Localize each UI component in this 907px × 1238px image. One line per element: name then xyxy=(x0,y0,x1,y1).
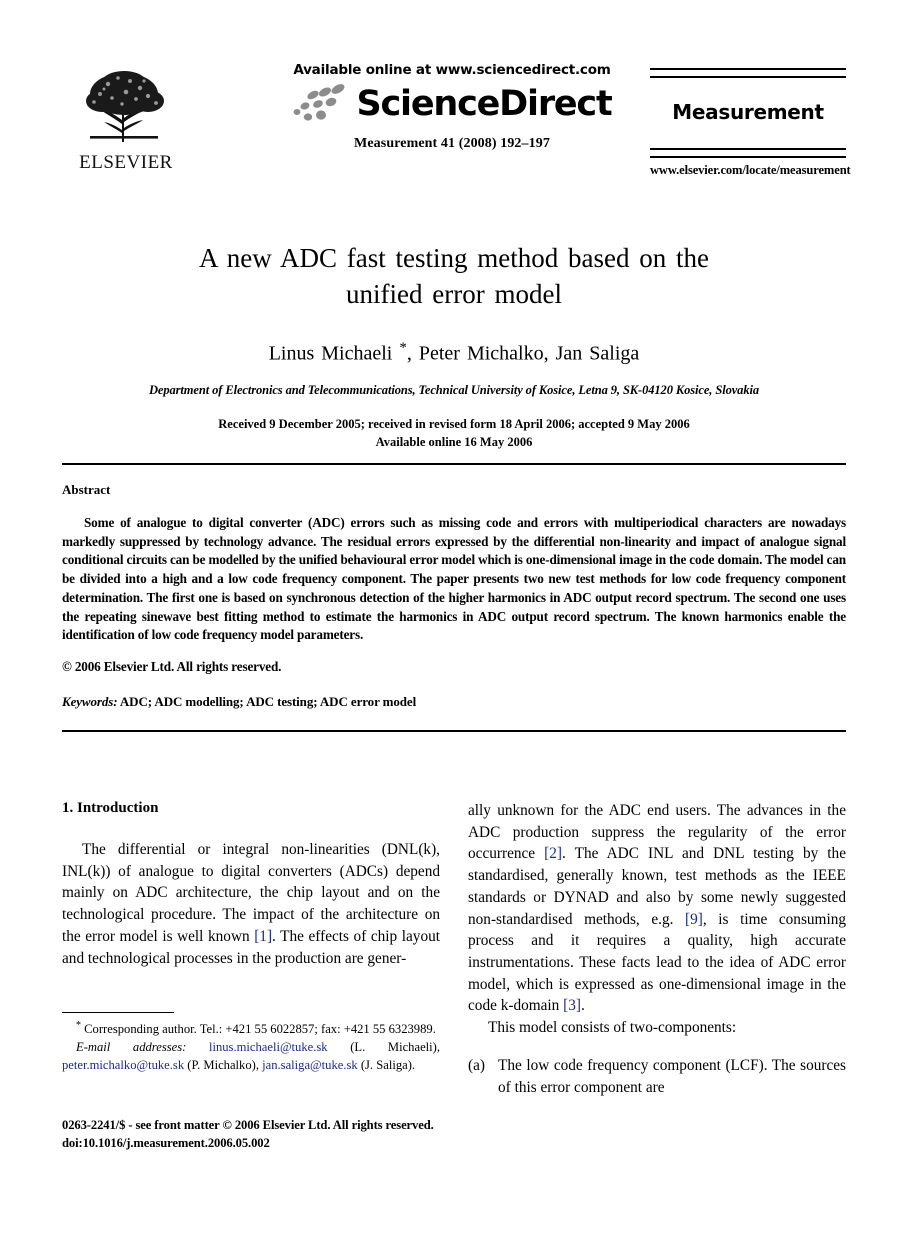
sciencedirect-dots-icon xyxy=(292,83,350,125)
received-dates: Received 9 December 2005; received in re… xyxy=(218,417,690,431)
column-right: ally unknown for the ADC end users. The … xyxy=(468,800,846,1098)
citation-link-1[interactable]: [1] xyxy=(254,928,272,945)
journal-homepage-url: www.elsevier.com/locate/measurement xyxy=(650,163,851,177)
email-addresses-label: E-mail addresses: xyxy=(76,1040,187,1055)
intro-paragraph-2: This model consists of two-components: xyxy=(488,1019,737,1037)
email-addresses-note: E-mail addresses: linus.michaeli@tuke.sk… xyxy=(62,1039,440,1075)
elsevier-logo: ELSEVIER xyxy=(66,68,186,174)
email-owner-1: (L. Michaeli), xyxy=(327,1040,440,1055)
corresponding-author-note: * Corresponding author. Tel.: +421 55 60… xyxy=(62,1019,440,1039)
abstract-rule-bottom xyxy=(62,730,846,732)
section-heading-introduction: 1. Introduction xyxy=(62,800,159,816)
footnote-divider xyxy=(62,1012,174,1013)
article-history: Received 9 December 2005; received in re… xyxy=(62,415,846,451)
author-first: Linus Michaeli xyxy=(268,343,400,365)
email-link-michalko[interactable]: peter.michalko@tuke.sk xyxy=(62,1058,184,1072)
author-list: Linus Michaeli *, Peter Michalko, Jan Sa… xyxy=(62,340,846,366)
footnote-block: * Corresponding author. Tel.: +421 55 60… xyxy=(62,1012,440,1075)
column-left: 1. Introduction The differential or inte… xyxy=(62,800,440,969)
paper-title-line-1: A new ADC fast testing method based on t… xyxy=(199,243,709,273)
colophon: 0263-2241/$ - see front matter © 2006 El… xyxy=(62,1117,562,1153)
elsevier-tree-icon xyxy=(78,68,174,150)
keywords-label: Keywords: xyxy=(62,694,118,710)
abstract-copyright: © 2006 Elsevier Ltd. All rights reserved… xyxy=(62,659,282,675)
journal-masthead: Measurement www.elsevier.com/locate/meas… xyxy=(650,68,851,178)
sciencedirect-block: Available online at www.sciencedirect.co… xyxy=(237,62,667,152)
paper-title-line-2: unified error model xyxy=(346,279,562,310)
journal-rule-bottom xyxy=(650,148,846,158)
citation-link-9[interactable]: [9] xyxy=(685,911,703,928)
email-link-saliga[interactable]: jan.saliga@tuke.sk xyxy=(262,1058,358,1072)
corresponding-author-contact: Corresponding author. Tel.: +421 55 6022… xyxy=(81,1022,436,1037)
available-online-text: Available online at www.sciencedirect.co… xyxy=(293,62,611,78)
sciencedirect-wordmark: ScienceDirect xyxy=(356,83,612,124)
keywords-value: ADC; ADC modelling; ADC testing; ADC err… xyxy=(119,694,417,710)
list-item-text-a: The low code frequency component (LCF). … xyxy=(498,1056,846,1096)
doi: doi:10.1016/j.measurement.2006.05.002 xyxy=(62,1135,270,1150)
list-item-marker-a: (a) xyxy=(468,1056,485,1074)
masthead: ELSEVIER Available online at www.science… xyxy=(62,62,851,192)
citation-link-3[interactable]: [3] xyxy=(563,997,581,1014)
abstract-rule-top xyxy=(62,463,846,465)
intro-paragraph-1: The differential or integral non-lineari… xyxy=(62,839,440,969)
list-item: (a) The low code frequency component (LCF… xyxy=(468,1055,846,1098)
elsevier-wordmark: ELSEVIER xyxy=(79,152,173,173)
authors-rest: , Peter Michalko, Jan Saliga xyxy=(406,343,640,365)
keywords: Keywords: ADC; ADC modelling; ADC testin… xyxy=(62,694,846,710)
email-owner-3: (J. Saliga). xyxy=(357,1057,416,1072)
intro-paragraph-1-continued: ally unknown for the ADC end users. The … xyxy=(468,800,846,1017)
citation-link-2[interactable]: [2] xyxy=(544,845,562,862)
affiliation: Department of Electronics and Telecommun… xyxy=(148,383,760,397)
email-link-michaeli[interactable]: linus.michaeli@tuke.sk xyxy=(209,1040,328,1054)
email-owner-2: (P. Michalko), xyxy=(184,1057,263,1072)
abstract-text: Some of analogue to digital converter (A… xyxy=(62,515,846,643)
available-online-date: Available online 16 May 2006 xyxy=(375,435,533,450)
intro-continued-part-d: . xyxy=(581,997,585,1015)
journal-citation: Measurement 41 (2008) 192–197 xyxy=(354,136,550,151)
journal-rule-top xyxy=(650,68,846,78)
abstract-heading: Abstract xyxy=(62,482,111,497)
journal-article-page: ELSEVIER Available online at www.science… xyxy=(0,0,907,1238)
title-block: A new ADC fast testing method based on t… xyxy=(62,240,846,451)
page-title: A new ADC fast testing method based on t… xyxy=(62,240,846,312)
issn-front-matter: 0263-2241/$ - see front matter © 2006 El… xyxy=(62,1118,434,1132)
abstract-section: Abstract Some of analogue to digital con… xyxy=(62,482,846,710)
corresponding-author-marker: * xyxy=(399,340,407,357)
journal-title: Measurement xyxy=(672,100,824,124)
